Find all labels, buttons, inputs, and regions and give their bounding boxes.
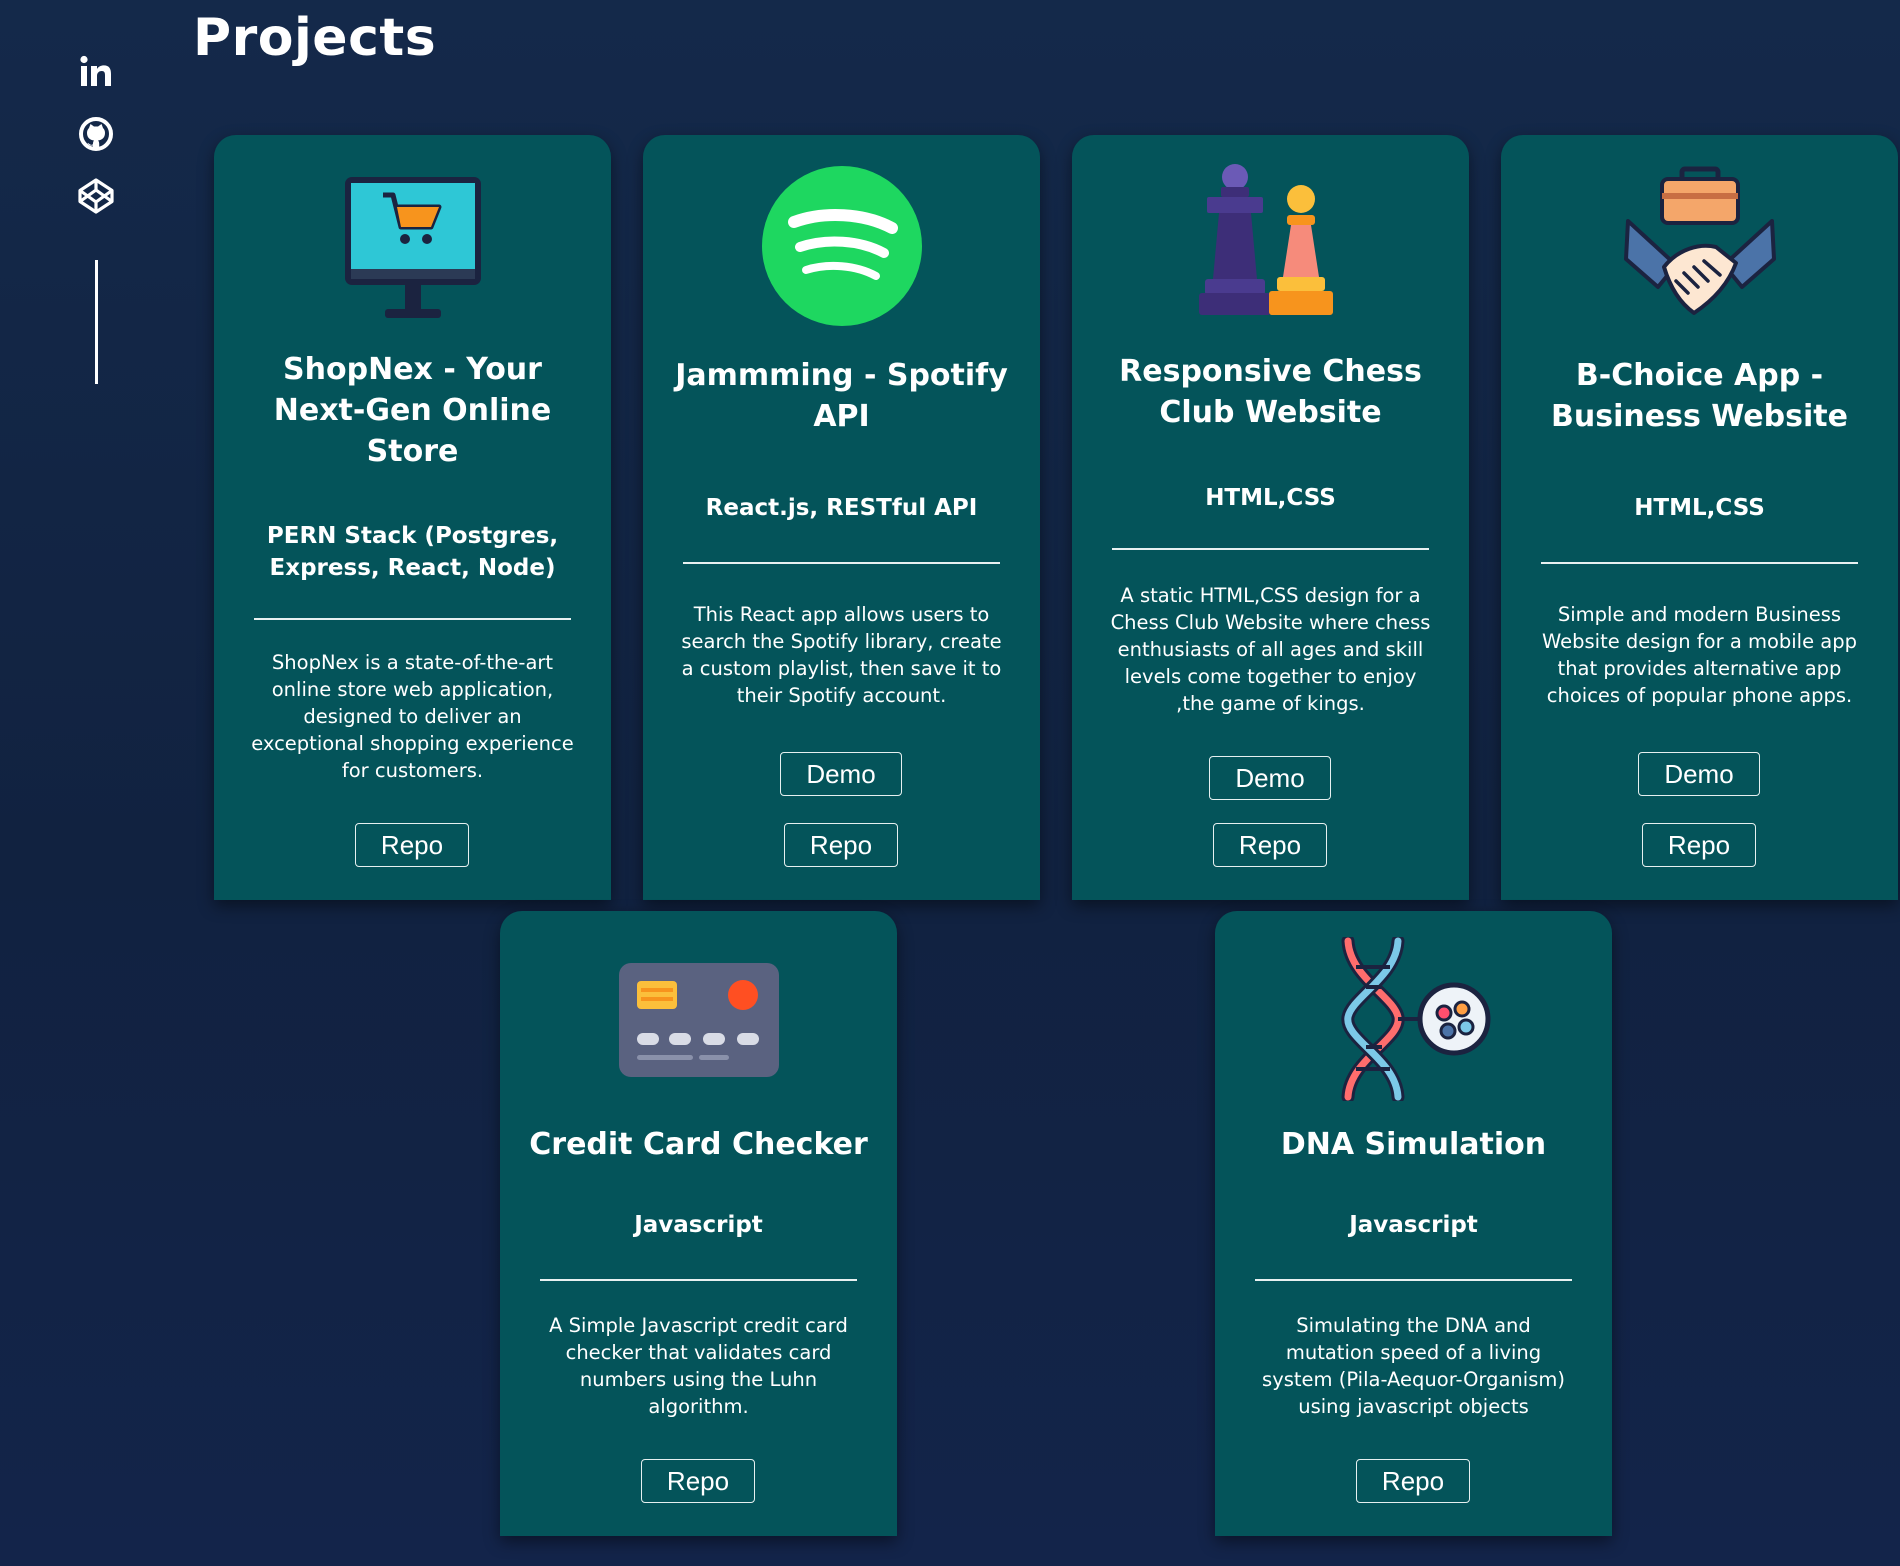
project-tech-stack: Javascript (634, 1212, 763, 1238)
project-title: Jammming - Spotify API (675, 358, 1008, 434)
project-title: Credit Card Checker (529, 1127, 868, 1162)
project-description: Simulating the DNA and mutation speed of… (1262, 1314, 1565, 1418)
repo-button[interactable]: Repo (1213, 823, 1327, 867)
social-sidebar (72, 50, 120, 384)
handshake-briefcase-icon (1501, 163, 1898, 327)
demo-button[interactable]: Demo (1638, 752, 1760, 796)
project-tech-stack: React.js, RESTful API (705, 495, 978, 521)
spotify-icon (643, 164, 1040, 328)
github-icon[interactable] (74, 112, 118, 156)
card-divider (254, 618, 571, 620)
project-tech-stack: HTML,CSS (1634, 495, 1765, 521)
repo-button[interactable]: Repo (1356, 1459, 1470, 1503)
card-divider (540, 1279, 857, 1281)
project-card-dna-simulation: DNA Simulation Javascript Simulating the… (1215, 911, 1612, 1536)
page-title: Projects (193, 8, 437, 68)
project-title: Responsive Chess Club Website (1119, 354, 1422, 430)
project-tech-stack: Javascript (1349, 1212, 1478, 1238)
project-card-shopnex: ShopNex - Your Next-Gen Online Store PER… (214, 135, 611, 900)
repo-button[interactable]: Repo (641, 1459, 755, 1503)
repo-button[interactable]: Repo (1642, 823, 1756, 867)
project-description: Simple and modern Business Website desig… (1541, 603, 1858, 707)
card-divider (1112, 548, 1429, 550)
chess-pieces-icon (1072, 161, 1469, 325)
project-card-jammming: Jammming - Spotify API React.js, RESTful… (643, 135, 1040, 900)
linkedin-icon[interactable] (74, 50, 118, 94)
project-description: This React app allows users to search th… (681, 603, 1002, 707)
project-card-credit-card-checker: Credit Card Checker Javascript A Simple … (500, 911, 897, 1536)
project-title: B-Choice App - Business Website (1551, 358, 1848, 434)
project-card-chess: Responsive Chess Club Website HTML,CSS A… (1072, 135, 1469, 900)
credit-card-icon (500, 949, 897, 1113)
card-divider (1255, 1279, 1572, 1281)
project-title: DNA Simulation (1280, 1127, 1547, 1162)
project-tech-stack: PERN Stack (Postgres, Express, React, No… (266, 523, 559, 581)
project-description: A Simple Javascript credit card checker … (549, 1314, 848, 1418)
project-title: ShopNex - Your Next-Gen Online Store (273, 352, 552, 469)
project-card-bchoice: B-Choice App - Business Website HTML,CSS… (1501, 135, 1898, 900)
card-divider (1541, 562, 1858, 564)
repo-button[interactable]: Repo (784, 823, 898, 867)
demo-button[interactable]: Demo (780, 752, 902, 796)
demo-button[interactable]: Demo (1209, 756, 1331, 800)
card-divider (683, 562, 1000, 564)
repo-button[interactable]: Repo (355, 823, 469, 867)
project-description: A static HTML,CSS design for a Chess Clu… (1110, 584, 1431, 715)
dna-molecule-icon (1215, 937, 1612, 1101)
project-description: ShopNex is a state-of-the-art online sto… (251, 651, 574, 782)
computer-shopping-cart-icon (214, 167, 611, 331)
codepen-icon[interactable] (74, 174, 118, 218)
sidebar-divider-line (94, 260, 98, 384)
project-tech-stack: HTML,CSS (1205, 485, 1336, 511)
